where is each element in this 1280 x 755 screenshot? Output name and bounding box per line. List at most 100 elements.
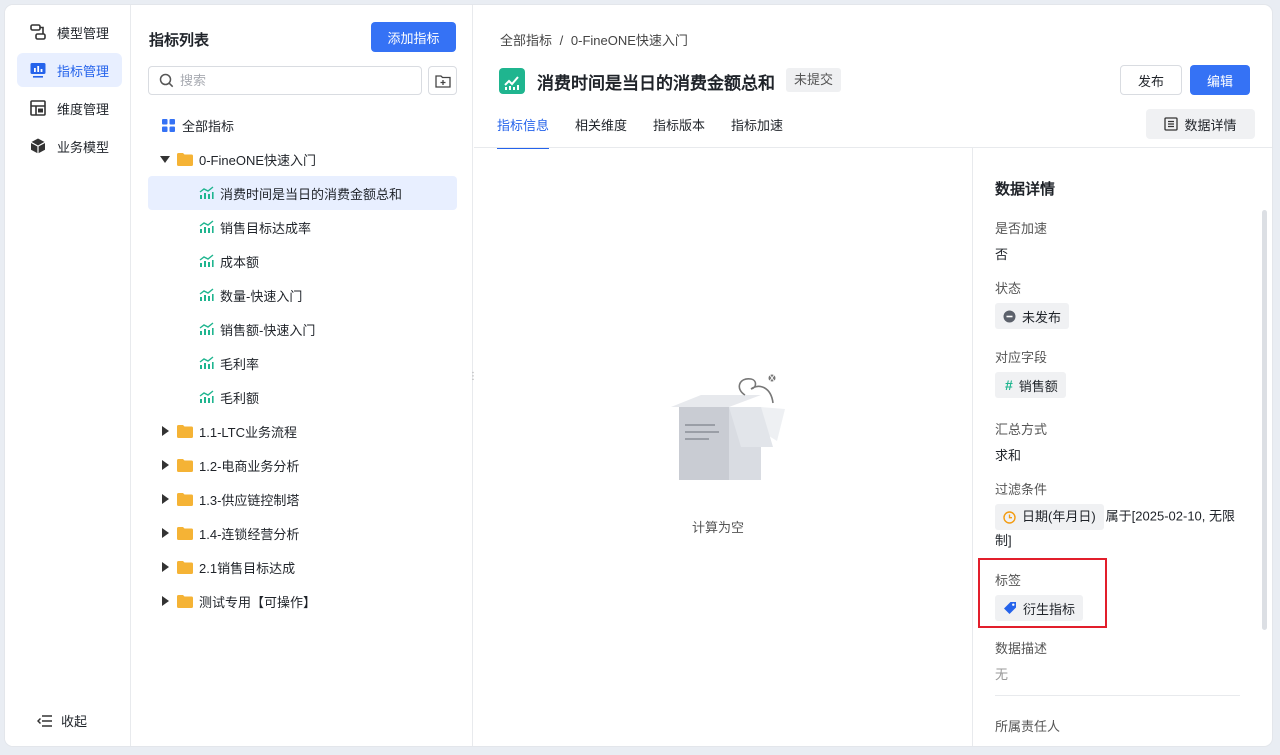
nav-item-label: 维度管理 [57, 101, 110, 117]
tab-metric-versions[interactable]: 指标版本 [653, 117, 705, 149]
app-window: 模型管理 指标管理 维度管理 业务模型 收起 指标列表 添加指标 搜索 全部指标… [5, 5, 1272, 746]
field-label: 过滤条件 [995, 482, 1048, 497]
tree-label: 全部指标 [182, 118, 235, 134]
caret-right-icon[interactable] [159, 528, 171, 538]
nav-item-dimension[interactable]: 维度管理 [17, 91, 122, 125]
metric-chart-icon [199, 186, 214, 200]
tree-folder-item[interactable]: 1.2-电商业务分析 [148, 448, 457, 482]
folder-icon [177, 594, 193, 608]
tree-all-metrics[interactable]: 全部指标 [148, 108, 457, 142]
add-metric-button[interactable]: 添加指标 [371, 22, 456, 52]
tab-metric-info[interactable]: 指标信息 [497, 117, 550, 149]
tree-label: 消费时间是当日的消费金额总和 [220, 186, 403, 202]
caret-right-icon[interactable] [159, 460, 171, 470]
hash-icon: # [1005, 377, 1013, 393]
tree-label: 1.3-供应链控制塔 [199, 492, 300, 508]
nav-item-label: 指标管理 [57, 63, 110, 79]
metric-icon [29, 61, 47, 79]
tree-folder-open[interactable]: 0-FineONE快速入门 [148, 142, 457, 176]
caret-right-icon[interactable] [159, 596, 171, 606]
tree-metric-item[interactable]: 消费时间是当日的消费金额总和 [148, 176, 457, 210]
minus-circle-icon [1003, 310, 1016, 323]
search-input[interactable] [180, 73, 400, 88]
field-description: 数据描述 无 [995, 638, 1047, 683]
caret-right-icon[interactable] [159, 494, 171, 504]
list-icon [1164, 117, 1179, 131]
search-icon [159, 73, 174, 88]
tree-metric-item[interactable]: 销售额-快速入门 [148, 312, 457, 346]
tree-metric-item[interactable]: 数量-快速入门 [148, 278, 457, 312]
filter-field-value: 日期(年月日) [1022, 509, 1096, 524]
main-content: 全部指标 / 0-FineONE快速入门 消费时间是当日的消费金额总和 未提交 … [468, 5, 1272, 746]
nav-item-model[interactable]: 模型管理 [17, 15, 122, 49]
nav-item-business-model[interactable]: 业务模型 [17, 129, 122, 163]
nav-item-label: 业务模型 [57, 139, 110, 155]
tree-label: 1.1-LTC业务流程 [199, 424, 297, 440]
edit-button[interactable]: 编辑 [1190, 65, 1250, 95]
tree-metric-item[interactable]: 毛利率 [148, 346, 457, 380]
tree-label: 测试专用【可操作】 [199, 594, 317, 610]
tree-folder-item[interactable]: 1.3-供应链控制塔 [148, 482, 457, 516]
tree-label: 1.4-连锁经营分析 [199, 526, 300, 542]
tree-folder-item[interactable]: 2.1销售目标达成 [148, 550, 457, 584]
field-filter: 过滤条件 日期(年月日) 属于[2025-02-10, 无限制] [995, 479, 1245, 552]
tree-label: 0-FineONE快速入门 [199, 152, 317, 168]
field-label: 数据描述 [995, 641, 1048, 656]
tab-metric-acceleration[interactable]: 指标加速 [731, 117, 783, 149]
add-folder-button[interactable] [428, 66, 457, 95]
empty-box-illustration [659, 365, 789, 480]
filter-field-chip: 日期(年月日) [995, 504, 1104, 530]
field-value: 无 [995, 667, 1009, 682]
caret-right-icon[interactable] [159, 426, 171, 436]
model-icon [29, 23, 47, 41]
metric-chart-icon [199, 322, 214, 336]
field-label: 所属责任人 [995, 719, 1061, 734]
metric-tree: 全部指标 0-FineONE快速入门 消费时间是当日的消费金额总和销售目标达成率… [148, 108, 457, 618]
folder-icon [177, 492, 193, 506]
field-state: 状态 未发布 [995, 278, 1070, 329]
tree-folder-item[interactable]: 1.1-LTC业务流程 [148, 414, 457, 448]
highlight-box [978, 558, 1107, 628]
field-chip-value: 销售额 [1018, 378, 1058, 394]
tree-folder-item[interactable]: 1.4-连锁经营分析 [148, 516, 457, 550]
tree-metric-item[interactable]: 毛利额 [148, 380, 457, 414]
metric-chart-icon [199, 288, 214, 302]
grid-icon [161, 118, 176, 133]
empty-state-text: 计算为空 [692, 520, 745, 535]
field-chip: # 销售额 [995, 372, 1066, 398]
field-label: 汇总方式 [995, 422, 1048, 437]
publish-button[interactable]: 发布 [1120, 65, 1182, 95]
field-label: 状态 [995, 281, 1022, 296]
caret-right-icon[interactable] [159, 562, 171, 572]
breadcrumb-separator: / [559, 33, 564, 48]
tree-folder-item[interactable]: 测试专用【可操作】 [148, 584, 457, 618]
tree-metric-item[interactable]: 成本额 [148, 244, 457, 278]
data-detail-label: 数据详情 [1184, 117, 1237, 133]
field-value: 求和 [995, 448, 1022, 463]
metric-chart-icon [199, 356, 214, 370]
breadcrumb-current[interactable]: 0-FineONE快速入门 [571, 33, 688, 48]
tree-label: 数量-快速入门 [220, 288, 303, 304]
folder-icon [177, 560, 193, 574]
divider [995, 695, 1240, 696]
collapse-icon [37, 714, 53, 728]
nav-item-metric[interactable]: 指标管理 [17, 53, 122, 87]
caret-down-icon[interactable] [159, 155, 171, 163]
tree-label: 成本额 [220, 254, 260, 270]
tree-metric-item[interactable]: 销售目标达成率 [148, 210, 457, 244]
state-value: 未发布 [1022, 309, 1062, 325]
folder-icon [177, 458, 193, 472]
breadcrumb-root[interactable]: 全部指标 [500, 33, 552, 48]
nav-item-label: 模型管理 [57, 25, 110, 41]
field-value: 否 [995, 247, 1009, 262]
collapse-button[interactable]: 收起 [37, 711, 87, 730]
tab-related-dimensions[interactable]: 相关维度 [575, 117, 627, 149]
panel-scrollbar[interactable] [1262, 210, 1267, 630]
tree-label: 毛利额 [220, 390, 260, 406]
folder-icon [177, 526, 193, 540]
list-title: 指标列表 [149, 32, 210, 49]
metric-chart-icon [199, 390, 214, 404]
data-detail-button[interactable]: 数据详情 [1146, 109, 1255, 139]
collapse-label: 收起 [61, 714, 88, 729]
resize-handle[interactable]: ⋮ [468, 372, 478, 382]
